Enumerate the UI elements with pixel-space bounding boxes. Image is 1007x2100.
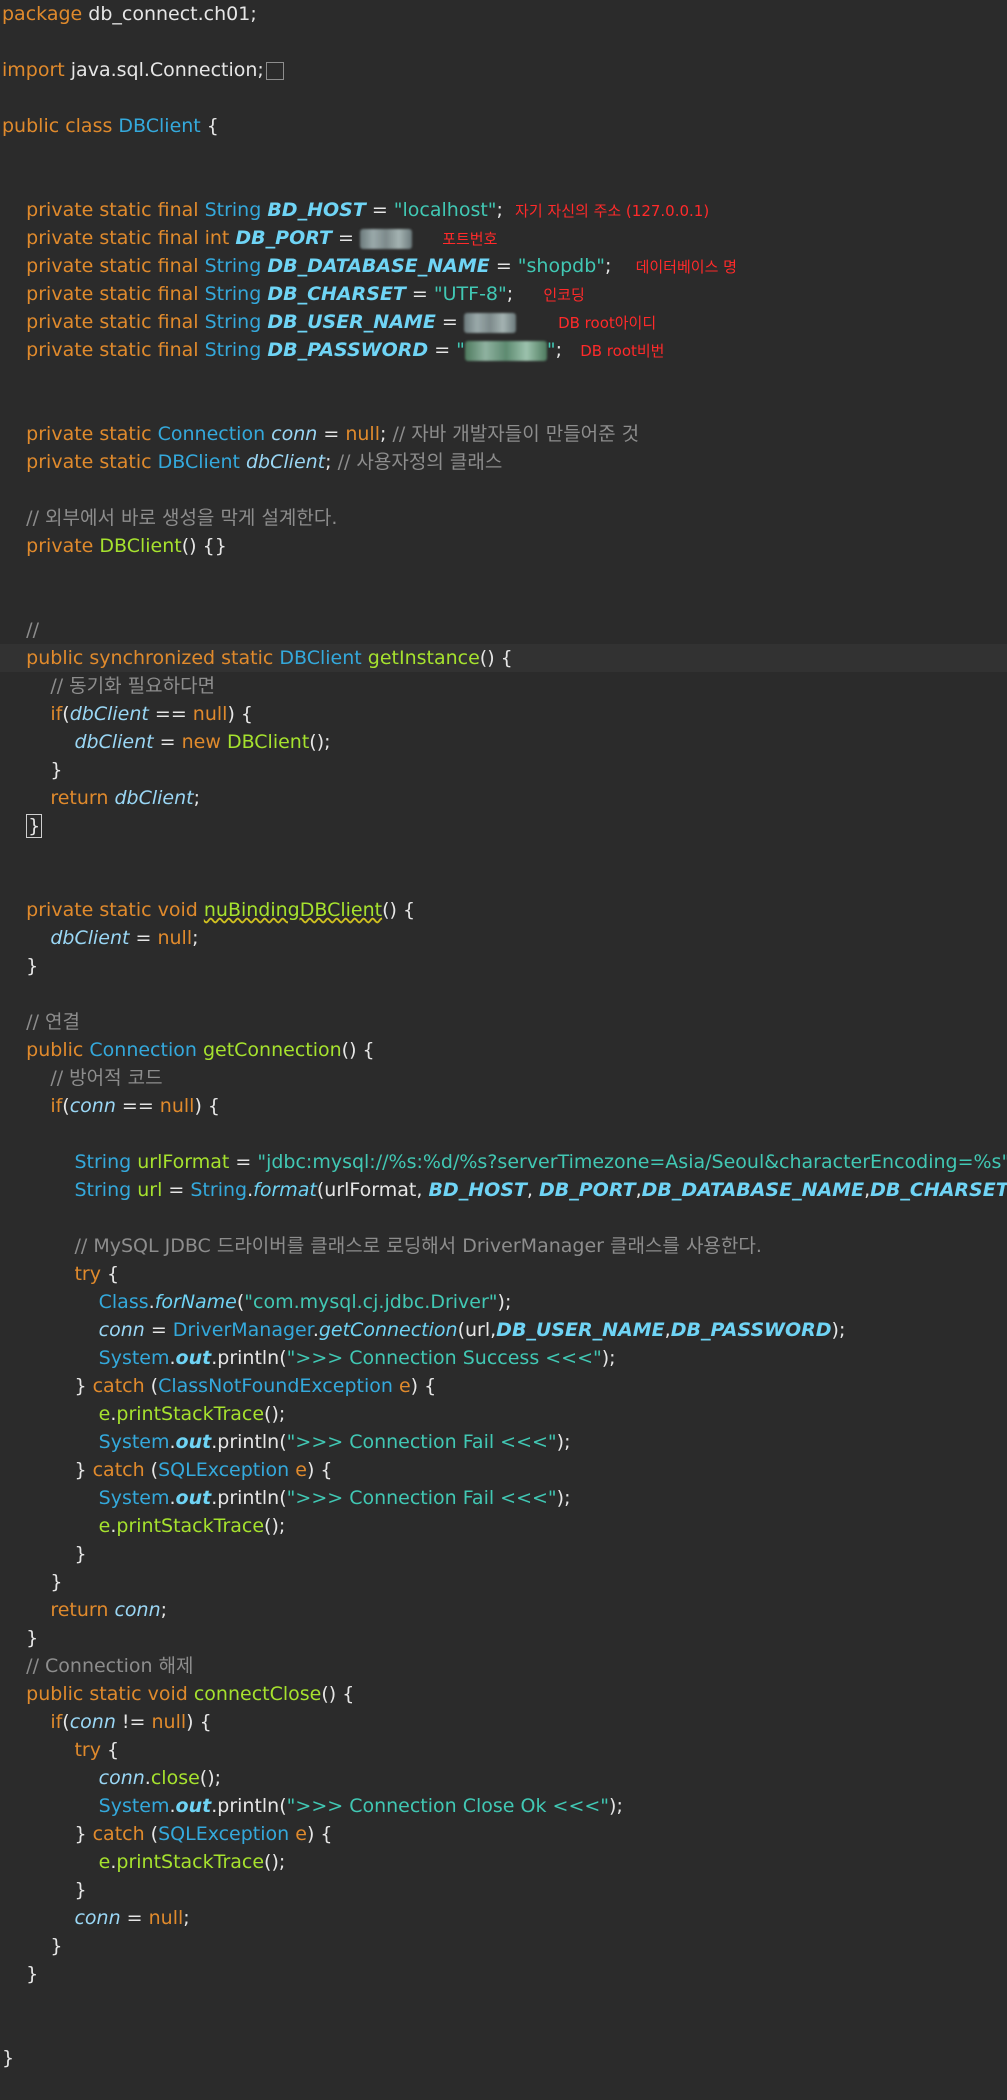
code-line-println-success: System.out.println(">>> Connection Succe… bbox=[98, 1347, 616, 1369]
code-line-class-end: } bbox=[2, 2047, 15, 2069]
annotation-user: DB root아이디 bbox=[558, 314, 657, 332]
code-line-get-instance-return: return dbClient; bbox=[50, 787, 201, 809]
code-line-brace: } bbox=[2, 1935, 63, 1957]
code-line-catch-sql: } catch (SQLException e) { bbox=[2, 1823, 333, 1845]
code-editor[interactable]: package db_connect.ch01; import java.sql… bbox=[0, 0, 1007, 2100]
code-line-comment-slash: // bbox=[26, 619, 39, 641]
code-line-class-decl: public class DBClient { bbox=[2, 115, 219, 137]
code-line-println-fail: System.out.println(">>> Connection Fail … bbox=[98, 1431, 571, 1453]
redacted-password bbox=[464, 340, 547, 361]
code-line-comment-driver: // MySQL JDBC 드라이버를 클래스로 로딩해서 DriverMana… bbox=[74, 1235, 762, 1257]
annotation-host: 자기 자신의 주소 (127.0.0.1) bbox=[515, 202, 710, 220]
code-line-brace: } bbox=[2, 1627, 39, 1649]
code-line-try: try { bbox=[74, 1739, 120, 1761]
code-line-comment-connect: // 연결 bbox=[26, 1011, 80, 1033]
code-line-close-if: if(conn != null) { bbox=[50, 1711, 212, 1733]
redacted-port bbox=[359, 228, 412, 249]
code-line-client-field: private static DBClient dbClient; // 사용자… bbox=[26, 451, 503, 473]
code-line-catch-cnfe: } catch (ClassNotFoundException e) { bbox=[2, 1375, 437, 1397]
code-line-brace: } bbox=[2, 1963, 39, 1985]
code-line-db-user-name: private static final String DB_USER_NAME… bbox=[26, 311, 657, 333]
code-line-conn-field: private static Connection conn = null; /… bbox=[26, 423, 640, 445]
code-line-brace: } bbox=[2, 759, 63, 781]
code-line-stack-trace: e.printStackTrace(); bbox=[98, 1403, 286, 1425]
code-line-get-instance-new: dbClient = new DBClient(); bbox=[74, 731, 331, 753]
code-line-stack-trace: e.printStackTrace(); bbox=[98, 1851, 286, 1873]
code-line-for-name: Class.forName("com.mysql.cj.jdbc.Driver"… bbox=[98, 1291, 512, 1313]
code-line-try: try { bbox=[74, 1263, 120, 1285]
code-line-get-instance-decl: public synchronized static DBClient getI… bbox=[0, 644, 1007, 672]
code-line-ctor: private DBClient() {} bbox=[26, 535, 227, 557]
code-line-return-conn: return conn; bbox=[50, 1599, 168, 1621]
code-line-brace: } bbox=[2, 1571, 63, 1593]
code-line-bd-host: private static final String BD_HOST = "l… bbox=[26, 199, 710, 221]
code-line-brace-cursor: } bbox=[0, 812, 1007, 840]
code-line-catch-sql: } catch (SQLException e) { bbox=[2, 1459, 333, 1481]
code-line-db-port: private static final int DB_PORT = 포트번호 bbox=[26, 227, 498, 249]
text-cursor: } bbox=[26, 814, 43, 838]
code-line-brace: } bbox=[2, 955, 39, 977]
code-line-comment-close: // Connection 해제 bbox=[26, 1655, 194, 1677]
code-line-get-instance-if: if(dbClient == null) { bbox=[50, 703, 253, 725]
annotation-database: 데이터베이스 명 bbox=[635, 258, 737, 276]
code-line-conn-close: conn.close(); bbox=[98, 1767, 222, 1789]
code-line-package: package db_connect.ch01; bbox=[2, 3, 257, 25]
code-line-println-close: System.out.println(">>> Connection Close… bbox=[98, 1795, 623, 1817]
code-line-get-instance-comment: // 동기화 필요하다면 bbox=[50, 675, 216, 697]
code-line-unbinding-decl: private static void nuBindingDBClient() … bbox=[26, 899, 416, 921]
code-line-url: String url = String.format(urlFormat, BD… bbox=[74, 1179, 1007, 1201]
code-line-connect-close-decl: public static void connectClose() { bbox=[26, 1683, 355, 1705]
code-line-db-password: private static final String DB_PASSWORD … bbox=[26, 339, 665, 361]
code-line-url-format: String urlFormat = "jdbc:mysql://%s:%d/%… bbox=[74, 1151, 1007, 1173]
code-line-comment-defensive: // 방어적 코드 bbox=[50, 1067, 163, 1089]
code-line-import: import java.sql.Connection; bbox=[0, 56, 1007, 84]
code-line-db-charset: private static final String DB_CHARSET =… bbox=[26, 283, 585, 305]
annotation-charset: 인코딩 bbox=[543, 286, 585, 304]
code-line-brace: } bbox=[2, 1879, 87, 1901]
code-line-get-connection-call: conn = DriverManager.getConnection(url,D… bbox=[98, 1319, 846, 1341]
redacted-user bbox=[463, 312, 516, 333]
code-line-conn-if: if(conn == null) { bbox=[50, 1095, 220, 1117]
code-line-db-database-name: private static final String DB_DATABASE_… bbox=[26, 255, 737, 277]
code-line-brace: } bbox=[2, 1543, 87, 1565]
annotation-password: DB root비번 bbox=[580, 342, 665, 360]
annotation-port: 포트번호 bbox=[442, 230, 498, 248]
code-line-conn-null: conn = null; bbox=[74, 1907, 190, 1929]
code-line-println-fail: System.out.println(">>> Connection Fail … bbox=[98, 1487, 571, 1509]
code-line-get-connection-decl: public Connection getConnection() { bbox=[26, 1039, 375, 1061]
folded-block-icon[interactable] bbox=[265, 61, 284, 80]
code-line-unbinding-body: dbClient = null; bbox=[50, 927, 199, 949]
code-line-stack-trace: e.printStackTrace(); bbox=[98, 1515, 286, 1537]
code-line-comment-ctor: // 외부에서 바로 생성을 막게 설계한다. bbox=[26, 507, 338, 529]
